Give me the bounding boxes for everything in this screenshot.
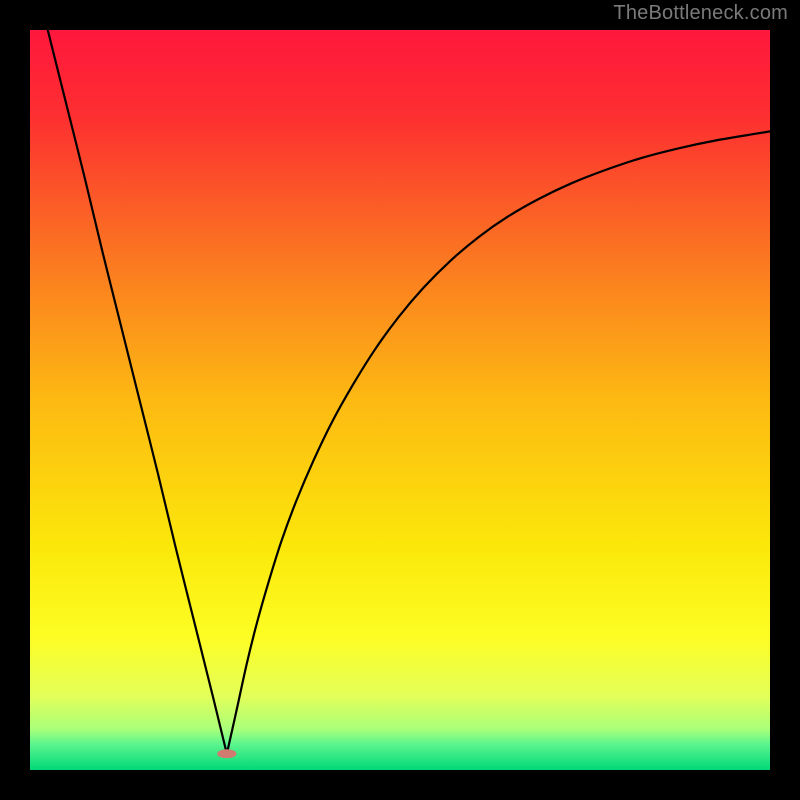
min-marker [217,749,236,758]
chart-frame: TheBottleneck.com [0,0,800,800]
plot-area [30,30,770,770]
chart-svg [30,30,770,770]
watermark-text: TheBottleneck.com [613,2,788,25]
chart-background [30,30,770,770]
